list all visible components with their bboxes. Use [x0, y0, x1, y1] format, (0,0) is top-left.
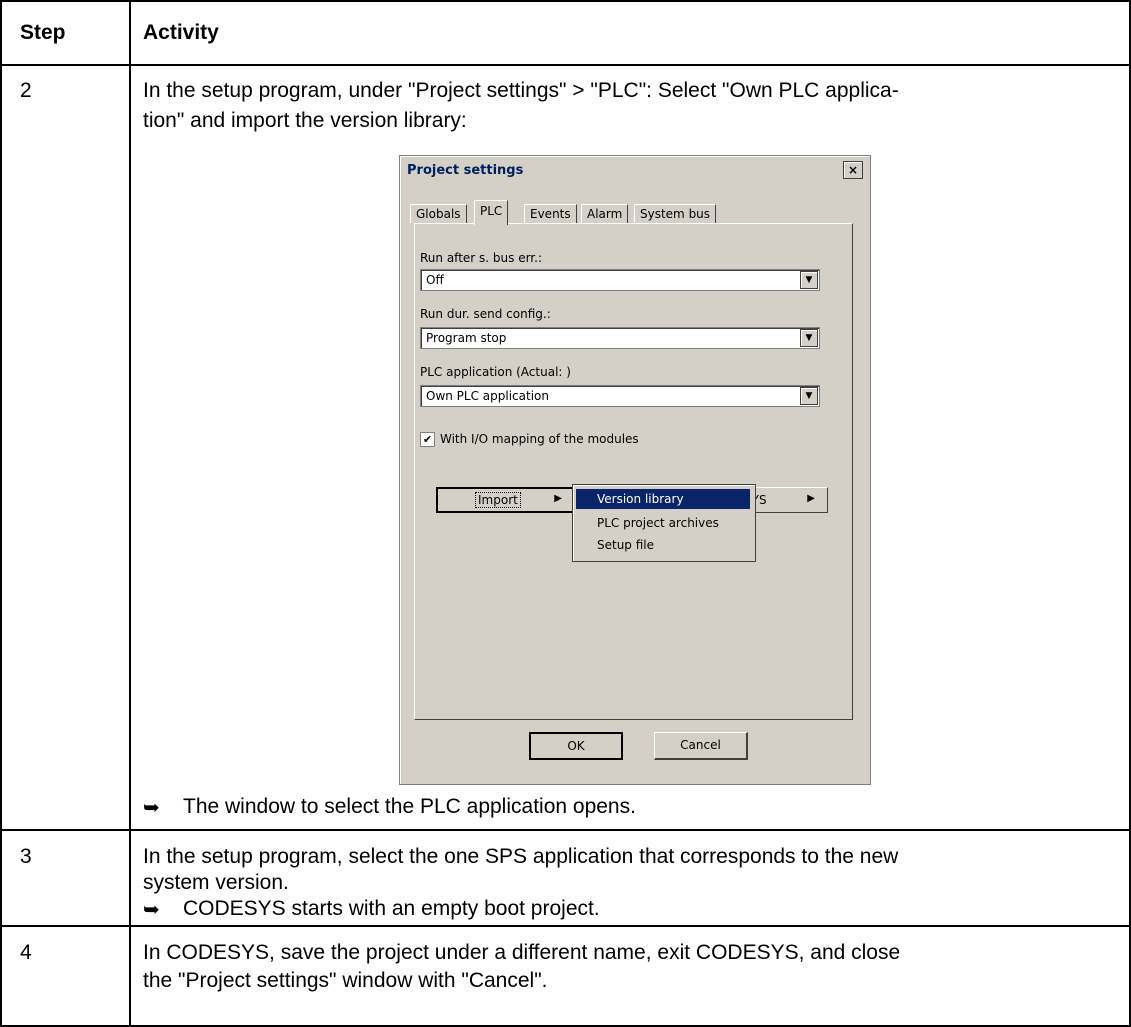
header-step: Step [20, 21, 66, 44]
result-text: The window to select the PLC application… [183, 795, 636, 818]
step-number: 3 [20, 845, 32, 868]
table-row-divider [0, 829, 1131, 831]
activity-line: In CODESYS, save the project under a dif… [143, 941, 901, 964]
dialog-titlebar: Project settings × [403, 159, 865, 183]
ok-button[interactable]: OK [529, 732, 623, 760]
submenu-arrow-icon: ▶ [807, 493, 815, 504]
close-icon[interactable]: × [843, 161, 863, 179]
menu-item-plc-project-archives[interactable]: PLC project archives [576, 513, 750, 533]
result-line: ➥ CODESYS starts with an empty boot proj… [143, 894, 600, 924]
table-column-divider [129, 0, 131, 1027]
select-value: Own PLC application [426, 389, 549, 403]
run-during-send-config-label: Run dur. send config.: [420, 307, 551, 321]
io-mapping-label: With I/O mapping of the modules [440, 432, 639, 446]
tab-globals[interactable]: Globals [410, 204, 467, 223]
activity-line: tion" and import the version library: [143, 109, 467, 132]
select-value: Program stop [426, 331, 507, 345]
plc-application-select[interactable]: Own PLC application ▼ [420, 385, 820, 407]
table-row-divider [0, 925, 1131, 927]
chevron-down-icon[interactable]: ▼ [800, 329, 818, 347]
header-activity: Activity [143, 21, 219, 44]
project-settings-dialog: Project settings × Globals PLC Events Al… [399, 155, 871, 785]
chevron-down-icon[interactable]: ▼ [800, 387, 818, 405]
table-border-left [0, 0, 2, 1027]
run-after-bus-error-select[interactable]: Off ▼ [420, 269, 820, 291]
tab-events[interactable]: Events [524, 204, 577, 223]
tab-system-bus[interactable]: System bus [634, 204, 717, 223]
tab-panel [414, 223, 853, 720]
tab-plc[interactable]: PLC [474, 200, 509, 225]
run-during-send-config-select[interactable]: Program stop ▼ [420, 327, 820, 349]
table-border-top [0, 0, 1131, 2]
result-text: CODESYS starts with an empty boot projec… [183, 897, 600, 920]
step-number: 4 [20, 941, 32, 964]
io-mapping-checkbox[interactable]: ✔ [420, 432, 435, 447]
result-arrow-icon: ➥ [143, 897, 160, 921]
step-number: 2 [20, 79, 32, 102]
menu-item-version-library[interactable]: Version library [576, 489, 750, 509]
tab-alarm[interactable]: Alarm [581, 204, 629, 223]
table-header-divider [0, 64, 1131, 66]
import-submenu: Version library PLC project archives Set… [572, 484, 756, 562]
activity-line: In the setup program, under "Project set… [143, 79, 899, 102]
cancel-button[interactable]: Cancel [654, 732, 748, 760]
result-arrow-icon: ➥ [143, 795, 160, 819]
import-button[interactable]: Import ▶ [436, 487, 574, 513]
plc-application-label: PLC application (Actual: ) [420, 365, 571, 379]
import-label: Import [475, 492, 521, 508]
dialog-title: Project settings [407, 163, 524, 178]
run-after-bus-error-label: Run after s. bus err.: [420, 251, 542, 265]
menu-item-setup-file[interactable]: Setup file [576, 535, 750, 555]
result-line: ➥ The window to select the PLC applicati… [143, 792, 636, 822]
chevron-down-icon[interactable]: ▼ [800, 271, 818, 289]
submenu-arrow-icon: ▶ [554, 493, 562, 504]
activity-line: the "Project settings" window with "Canc… [143, 969, 548, 992]
select-value: Off [426, 273, 444, 287]
